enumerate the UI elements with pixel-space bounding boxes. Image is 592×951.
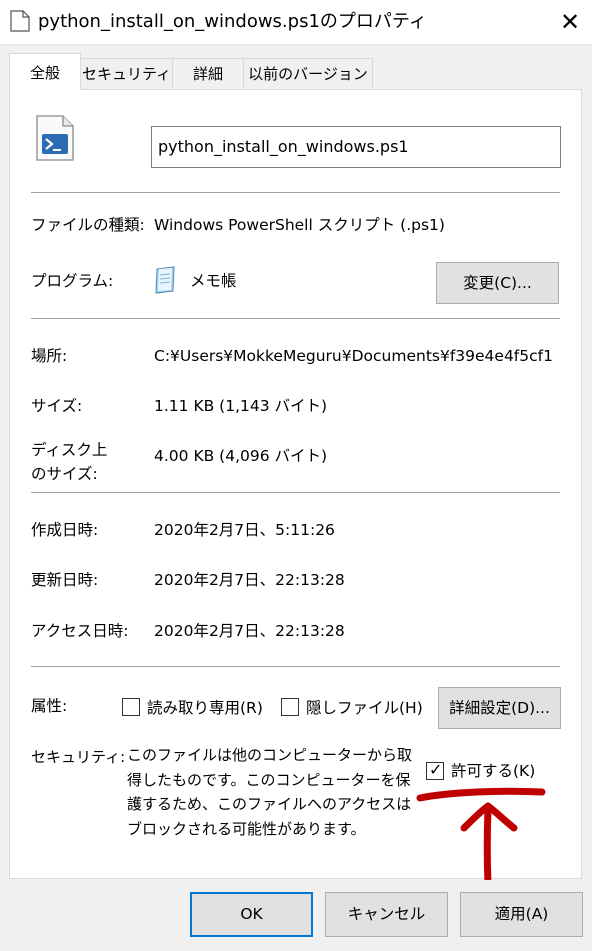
window-title: python_install_on_windows.ps1のプロパティ [38,11,427,32]
separator [31,318,560,319]
size-label: サイズ: [31,397,83,415]
disk-size-label-line1: ディスク上 [31,441,108,459]
modified-value: 2020年2月7日、22:13:28 [154,571,345,589]
notepad-icon [152,266,178,294]
location-label: 場所: [31,347,68,365]
modified-label: 更新日時: [31,571,99,589]
hidden-checkbox[interactable] [281,698,299,716]
accessed-value: 2020年2月7日、22:13:28 [154,622,345,640]
readonly-checkbox[interactable] [122,698,140,716]
change-button[interactable]: 変更(C)... [436,262,559,304]
hidden-label[interactable]: 隠しファイル(H) [306,696,423,720]
program-label: プログラム: [31,272,114,290]
tab-general[interactable]: 全般 [9,53,81,90]
separator [31,666,560,667]
filename-input[interactable]: python_install_on_windows.ps1 [151,126,561,168]
created-value: 2020年2月7日、5:11:26 [154,521,335,539]
close-icon[interactable]: ✕ [556,8,584,36]
created-label: 作成日時: [31,521,99,539]
annotation-arrow [410,780,550,890]
size-value: 1.11 KB (1,143 バイト) [154,397,328,415]
apply-button[interactable]: 適用(A) [460,892,583,937]
attributes-label: 属性: [31,697,68,715]
ok-button[interactable]: OK [190,892,313,937]
checkmark-icon: ✓ [429,760,443,779]
readonly-label[interactable]: 読み取り専用(R) [147,696,263,720]
separator [31,192,560,193]
accessed-label: アクセス日時: [31,622,129,640]
advanced-button[interactable]: 詳細設定(D)... [438,687,561,729]
file-type-value: Windows PowerShell スクリプト (.ps1) [154,216,445,234]
tab-details[interactable]: 詳細 [172,58,244,88]
location-value: C:¥Users¥MokkeMeguru¥Documents¥f39e4e4f5… [154,347,553,365]
disk-size-label-line2: のサイズ: [31,465,98,483]
cancel-button[interactable]: キャンセル [325,892,448,937]
disk-size-value: 4.00 KB (4,096 バイト) [154,447,328,465]
tab-security[interactable]: セキュリティ [80,58,173,88]
tab-previous-versions[interactable]: 以前のバージョン [243,58,373,88]
file-type-label: ファイルの種類: [31,216,145,234]
security-label: セキュリティ: [31,748,126,766]
separator [31,492,560,493]
unblock-checkbox[interactable]: ✓ [426,760,444,780]
powershell-file-icon [33,114,77,162]
title-bar: python_install_on_windows.ps1のプロパティ ✕ [0,0,592,45]
program-value: メモ帳 [190,272,237,290]
security-warning-text: このファイルは他のコンピューターから取得したものです。このコンピューターを保護す… [127,746,413,838]
file-icon [10,10,30,32]
